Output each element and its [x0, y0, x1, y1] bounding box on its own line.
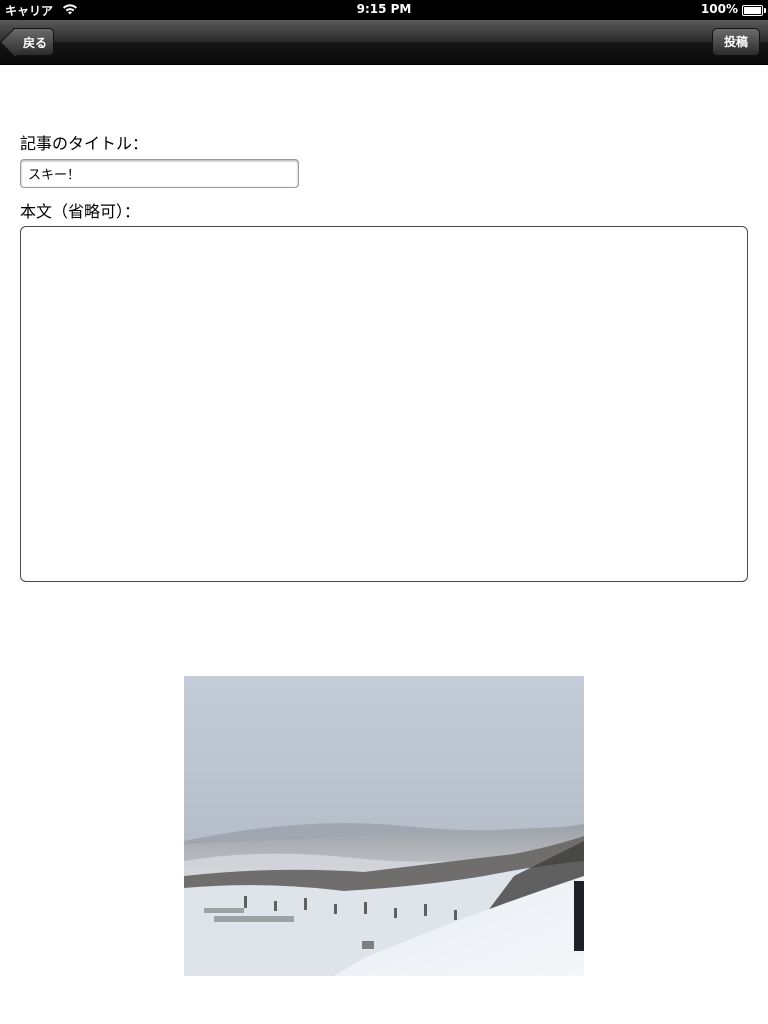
- status-time: 9:15 PM: [356, 2, 412, 16]
- status-bar: キャリア 9:15 PM 100%: [0, 0, 768, 20]
- snow-landscape-photo-icon: [184, 676, 584, 976]
- battery-icon: [742, 5, 766, 16]
- title-input[interactable]: [20, 159, 299, 188]
- battery-percentage: 100%: [700, 2, 738, 16]
- post-button[interactable]: 投稿: [712, 28, 760, 56]
- navigation-bar: 戻る 投稿: [0, 20, 768, 65]
- attached-photo: [184, 676, 584, 976]
- back-button-label: 戻る: [22, 36, 47, 50]
- back-button[interactable]: 戻る: [0, 27, 54, 58]
- body-label: 本文（省略可）：: [20, 202, 141, 221]
- title-label: 記事のタイトル：: [20, 134, 149, 153]
- body-textarea[interactable]: [20, 226, 748, 582]
